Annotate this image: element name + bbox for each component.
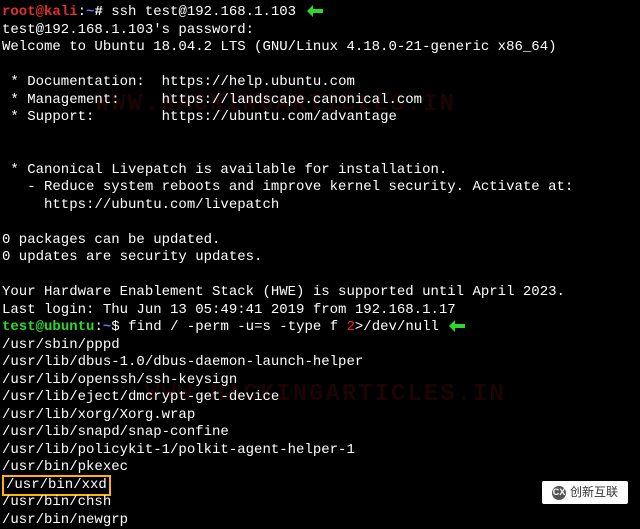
support-line: * Support: https://ubuntu.com/advantage xyxy=(2,109,638,127)
ubuntu-host: ubuntu xyxy=(44,319,94,335)
kali-at: @ xyxy=(36,4,44,20)
find-cmd-part3: >/dev/null xyxy=(355,319,439,335)
blank-line xyxy=(2,57,638,75)
find-cmd-part1: find / -perm -u=s -type f xyxy=(128,319,346,335)
support-url: https://ubuntu.com/advantage xyxy=(162,109,397,125)
kali-prompt-line[interactable]: root@kali:~# ssh test@192.168.1.103 xyxy=(2,4,638,22)
livepatch-line-3: https://ubuntu.com/livepatch xyxy=(2,197,638,215)
highlighted-result-line: /usr/bin/xxd xyxy=(2,477,638,495)
mgmt-line: * Management: https://landscape.canonica… xyxy=(2,92,638,110)
doc-url: https://help.ubuntu.com xyxy=(162,74,355,90)
password-prompt: test@192.168.1.103's password: xyxy=(2,22,638,40)
result-line: /usr/lib/dbus-1.0/dbus-daemon-launch-hel… xyxy=(2,354,638,372)
ubuntu-prompt: $ xyxy=(111,319,119,335)
blank-line xyxy=(2,127,638,145)
result-line: /usr/lib/policykit-1/polkit-agent-helper… xyxy=(2,442,638,460)
livepatch-line-1: * Canonical Livepatch is available for i… xyxy=(2,162,638,180)
ubuntu-user: test xyxy=(2,319,36,335)
ubuntu-at: @ xyxy=(36,319,44,335)
kali-prompt: # xyxy=(94,4,102,20)
kali-command: ssh test@192.168.1.103 xyxy=(111,4,296,20)
terminal-output: root@kali:~# ssh test@192.168.1.103 test… xyxy=(2,4,638,529)
last-login-line: Last login: Thu Jun 13 05:49:41 2019 fro… xyxy=(2,302,638,320)
result-line: /usr/lib/openssh/ssh-keysign xyxy=(2,372,638,390)
result-line: /usr/bin/chsh xyxy=(2,494,638,512)
hwe-line: Your Hardware Enablement Stack (HWE) is … xyxy=(2,284,638,302)
ubuntu-path: ~ xyxy=(103,319,111,335)
find-cmd-fd: 2 xyxy=(347,319,355,335)
kali-host: kali xyxy=(44,4,78,20)
livepatch-line-2: - Reduce system reboots and improve kern… xyxy=(2,179,638,197)
welcome-line: Welcome to Ubuntu 18.04.2 LTS (GNU/Linux… xyxy=(2,39,638,57)
result-line: /usr/lib/xorg/Xorg.wrap xyxy=(2,407,638,425)
ubuntu-prompt-line[interactable]: test@ubuntu:~$ find / -perm -u=s -type f… xyxy=(2,319,638,337)
mgmt-url: https://landscape.canonical.com xyxy=(162,92,422,108)
arrow-left-icon xyxy=(449,320,465,332)
pkg-line-2: 0 updates are security updates. xyxy=(2,249,638,267)
blank-line xyxy=(2,214,638,232)
result-line: /usr/bin/newgrp xyxy=(2,512,638,529)
highlight-box: /usr/bin/xxd xyxy=(2,475,111,497)
ubuntu-sep: : xyxy=(94,319,102,335)
doc-line: * Documentation: https://help.ubuntu.com xyxy=(2,74,638,92)
result-line: /usr/lib/eject/dmcrypt-get-device xyxy=(2,389,638,407)
result-line: /usr/lib/snapd/snap-confine xyxy=(2,424,638,442)
kali-sep: : xyxy=(78,4,86,20)
blank-line xyxy=(2,144,638,162)
arrow-left-icon xyxy=(307,5,323,17)
result-line: /usr/sbin/pppd xyxy=(2,337,638,355)
pkg-line-1: 0 packages can be updated. xyxy=(2,232,638,250)
blank-line xyxy=(2,267,638,285)
kali-user: root xyxy=(2,4,36,20)
